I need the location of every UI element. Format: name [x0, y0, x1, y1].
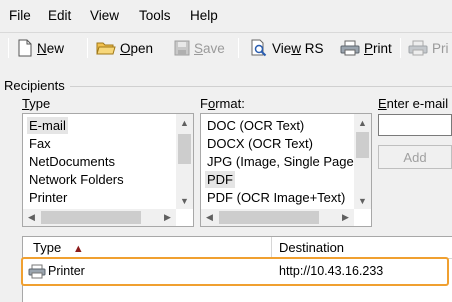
type-item-email[interactable]: E-mail [27, 117, 68, 134]
save-accel: S [194, 40, 204, 56]
scroll-thumb[interactable] [41, 211, 141, 224]
column-divider[interactable] [271, 237, 272, 259]
format-label: Format: [200, 96, 245, 111]
type-item-fax[interactable]: Fax [27, 135, 53, 152]
open-label: pen [130, 40, 154, 56]
type-item-printer[interactable]: Printer [27, 189, 69, 206]
scroll-thumb[interactable] [356, 132, 369, 158]
toolbar-separator [238, 38, 239, 58]
new-button[interactable]: New [17, 36, 64, 60]
menu-view[interactable]: View [90, 8, 119, 23]
type-item-network-folders[interactable]: Network Folders [27, 171, 126, 188]
list-header: Type ▲ Destination [23, 237, 452, 259]
type-label-text: ype [29, 96, 51, 111]
view-rs-label-post: RS [301, 40, 324, 56]
printer-icon [340, 40, 360, 56]
menu-help[interactable]: Help [190, 8, 218, 23]
printer-rs-icon [408, 40, 428, 56]
scroll-right-arrow-icon[interactable]: ▶ [337, 209, 354, 226]
email-label: Enter e-mail a [378, 96, 452, 111]
format-item-pdf-ocr[interactable]: PDF (OCR Image+Text) [205, 189, 347, 206]
open-accel: O [120, 40, 131, 56]
highlight-annotation [21, 257, 449, 286]
type-horizontal-scrollbar[interactable]: ◀ ▶ [23, 209, 176, 226]
format-label-post: rmat: [215, 96, 245, 111]
open-folder-icon [96, 42, 116, 55]
add-button[interactable]: Add [378, 145, 452, 169]
menu-file[interactable]: File [9, 8, 31, 23]
view-magnifier-icon [251, 39, 267, 57]
email-label-accel: E [378, 96, 387, 111]
toolbar: New Open Save View RS Print Pri [0, 32, 452, 62]
type-vertical-scrollbar[interactable]: ▲ ▼ [176, 114, 193, 209]
email-label-text: nter e-mail a [386, 96, 452, 111]
new-accel: N [37, 40, 47, 56]
save-button[interactable]: Save [174, 36, 225, 60]
menu-bar: File Edit View Tools Help [0, 0, 452, 32]
format-item-jpg[interactable]: JPG (Image, Single Page [205, 153, 356, 170]
print-rs-label: Pri [432, 40, 449, 56]
scroll-left-arrow-icon[interactable]: ◀ [201, 209, 218, 226]
recipients-group-label: Recipients [4, 78, 65, 93]
toolbar-separator [400, 38, 401, 58]
column-header-destination[interactable]: Destination [279, 240, 344, 255]
new-label: ew [46, 40, 65, 56]
column-header-type[interactable]: Type ▲ [33, 240, 84, 255]
scroll-up-arrow-icon[interactable]: ▲ [176, 114, 193, 131]
menu-tools[interactable]: Tools [139, 8, 171, 23]
format-item-docx[interactable]: DOCX (OCR Text) [205, 135, 315, 152]
view-rs-accel: w [291, 40, 302, 56]
column-type-label: Type [33, 240, 62, 255]
type-listbox[interactable]: E-mail Fax NetDocuments Network Folders … [22, 113, 194, 227]
sort-ascending-icon: ▲ [72, 243, 84, 255]
print-label: rint [373, 40, 392, 56]
scroll-thumb[interactable] [178, 134, 191, 164]
save-label: ave [203, 40, 225, 56]
format-listbox[interactable]: DOC (OCR Text) DOCX (OCR Text) JPG (Imag… [200, 113, 372, 227]
scroll-right-arrow-icon[interactable]: ▶ [159, 209, 176, 226]
save-disk-icon [174, 40, 190, 56]
new-document-icon [18, 39, 32, 57]
format-label-pre: F [200, 96, 208, 111]
format-item-doc[interactable]: DOC (OCR Text) [205, 117, 306, 134]
scroll-thumb[interactable] [219, 211, 319, 224]
format-vertical-scrollbar[interactable]: ▲ ▼ [354, 114, 371, 209]
scroll-down-arrow-icon[interactable]: ▼ [176, 192, 193, 209]
scroll-left-arrow-icon[interactable]: ◀ [23, 209, 40, 226]
email-input[interactable] [378, 114, 452, 136]
view-rs-button[interactable]: View RS [250, 36, 324, 60]
print-accel: P [364, 40, 374, 56]
format-item-pdf[interactable]: PDF [205, 171, 235, 188]
print-rs-button[interactable]: Pri [408, 36, 449, 60]
group-divider [70, 86, 452, 87]
type-item-netdocuments[interactable]: NetDocuments [27, 153, 117, 170]
open-button[interactable]: Open [96, 36, 153, 60]
toolbar-separator [87, 38, 88, 58]
menu-edit[interactable]: Edit [48, 8, 71, 23]
toolbar-separator [8, 38, 9, 58]
type-label: Type [22, 96, 50, 111]
format-horizontal-scrollbar[interactable]: ◀ ▶ [201, 209, 354, 226]
view-rs-label-pre: Vie [272, 40, 292, 56]
scroll-down-arrow-icon[interactable]: ▼ [354, 192, 371, 209]
scroll-up-arrow-icon[interactable]: ▲ [354, 114, 371, 131]
print-button[interactable]: Print [340, 36, 392, 60]
